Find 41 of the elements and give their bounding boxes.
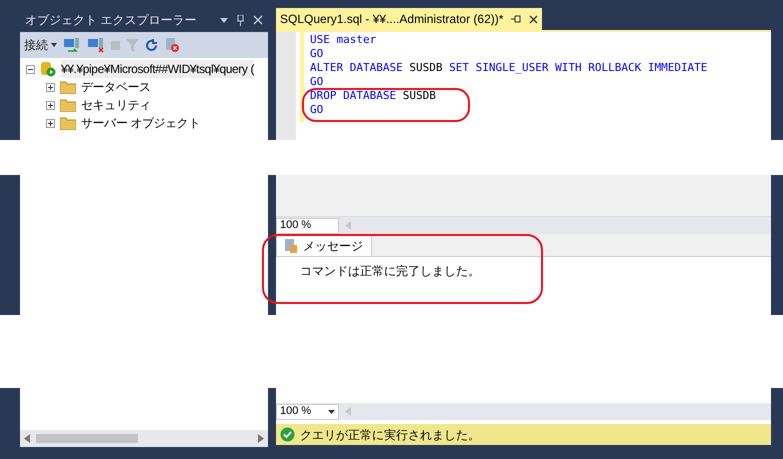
disconnect-icon[interactable] [87, 37, 105, 53]
connect-icon[interactable] [63, 37, 81, 53]
code-line: DROP DATABASE SUSDB [310, 90, 436, 102]
messages-tab[interactable]: メッセージ [276, 235, 372, 256]
expand-icon[interactable] [46, 100, 55, 110]
message-text: コマンドは正常に完了しました。 [300, 264, 480, 278]
zoom-dropdown[interactable]: 100 % [276, 404, 339, 420]
tree-item[interactable]: データベース [81, 78, 151, 96]
folder-icon [60, 116, 76, 130]
code-line: GO [310, 104, 324, 116]
database-icon [40, 61, 56, 77]
code-editor[interactable]: USE master GO ALTER DATABASE SUSDB SET SINGLE_USER WITH ROLLBACK IMMEDIATE GO DROP DATABASE SUSDB GO [276, 32, 771, 140]
code-line: GO [310, 76, 324, 88]
collapse-icon[interactable] [26, 64, 35, 74]
expand-icon[interactable] [46, 82, 55, 92]
check-icon [280, 427, 295, 442]
code-line: ALTER DATABASE SUSDB SET SINGLE_USER WITH ROLLBACK IMMEDIATE [310, 62, 708, 74]
panel-title: オブジェクト エクスプローラー [25, 12, 196, 29]
expand-icon[interactable] [46, 118, 55, 128]
caret-icon [51, 43, 57, 47]
folder-icon [60, 98, 76, 112]
dropdown-icon[interactable] [220, 18, 228, 22]
close-icon[interactable] [529, 14, 538, 24]
pin-icon[interactable] [511, 15, 522, 23]
tree-item[interactable]: セキュリティ [81, 96, 151, 114]
script-stop-icon[interactable] [164, 37, 180, 53]
refresh-icon[interactable] [145, 38, 158, 52]
scroll-left-icon[interactable] [24, 434, 30, 443]
status-text: クエリが正常に実行されました。 [300, 426, 480, 444]
code-line: GO [310, 48, 324, 60]
connect-button[interactable]: 接続 [24, 36, 57, 54]
zoom-field[interactable]: 100 % [276, 218, 339, 234]
tree-item[interactable]: ¥¥.¥pipe¥Microsoft##WID¥tsql¥query ( [61, 60, 254, 78]
editor-tab[interactable]: SQLQuery1.sql - ¥¥....Administrator (62))* [276, 8, 542, 30]
scroll-right-icon[interactable] [258, 434, 264, 443]
folder-icon [60, 80, 76, 94]
code-line: USE master [310, 34, 376, 46]
tree-item[interactable]: サーバー オブジェクト [81, 114, 200, 132]
document-icon [285, 239, 297, 253]
caret-icon [328, 410, 335, 414]
scroll-thumb[interactable] [36, 434, 138, 443]
